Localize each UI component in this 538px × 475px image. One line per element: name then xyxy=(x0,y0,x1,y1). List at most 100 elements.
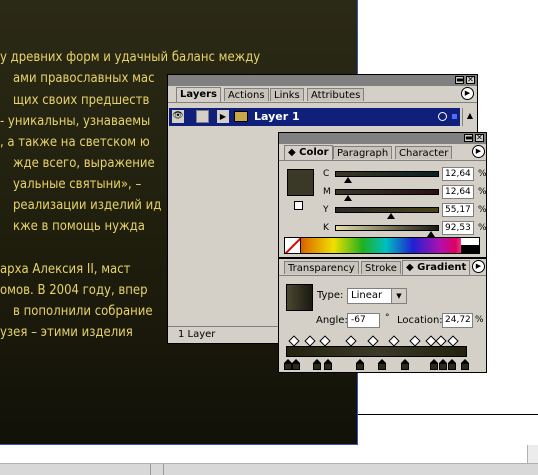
channel-value-input[interactable]: 12,64 xyxy=(442,167,474,181)
scroll-corner xyxy=(527,445,538,463)
layers-vertical-scrollbar[interactable]: ▲ xyxy=(462,108,477,126)
text-line: узея – этими изделия xyxy=(0,325,133,340)
channel-value-input[interactable]: 55,17 xyxy=(442,203,474,217)
text-line: реализации изделий ид xyxy=(13,198,162,213)
gradient-stop[interactable] xyxy=(430,359,438,370)
layer-count: 1 Layer xyxy=(178,329,216,340)
percent-label: % xyxy=(478,187,487,197)
channel-label: K xyxy=(323,223,329,233)
palette-menu-icon[interactable]: ▶ xyxy=(461,87,474,100)
tab-layers[interactable]: Layers xyxy=(176,87,221,102)
scroll-up-icon[interactable]: ▲ xyxy=(464,110,476,122)
tab-color[interactable]: ◆ Color xyxy=(284,145,333,160)
gradient-stop[interactable] xyxy=(448,359,456,370)
palette-menu-icon[interactable]: ▶ xyxy=(472,260,485,273)
color-spectrum-bar[interactable] xyxy=(284,237,480,254)
percent-label: % xyxy=(478,223,487,233)
text-line: щих своих предшеств xyxy=(13,93,150,108)
angle-input[interactable]: -67 xyxy=(347,313,380,328)
tab-attributes[interactable]: Attributes xyxy=(307,88,365,101)
gradient-stop[interactable] xyxy=(313,359,321,370)
percent-label: % xyxy=(478,169,487,179)
color-palette[interactable]: ▬ ✕ ◆ Color Paragraph Character ▶ C 12,6… xyxy=(278,132,487,258)
layers-tabbar: Layers Actions Links Attributes ▶ xyxy=(168,86,477,103)
gradient-palette[interactable]: Transparency Stroke ◆ Gradient ▶ Type: L… xyxy=(278,258,487,373)
channel-slider[interactable] xyxy=(335,225,439,231)
black-white-swatches[interactable] xyxy=(461,238,479,253)
location-label: Location: xyxy=(397,315,443,326)
tab-gradient[interactable]: ◆ Gradient xyxy=(402,260,471,275)
target-circle-icon[interactable] xyxy=(438,112,447,121)
fill-swatch[interactable] xyxy=(287,169,314,196)
location-percent: % xyxy=(475,315,484,325)
expand-triangle-icon[interactable]: ▶ xyxy=(217,110,229,123)
slider-marker[interactable] xyxy=(344,195,352,201)
gradient-midpoint[interactable] xyxy=(288,335,300,347)
slider-marker[interactable] xyxy=(387,213,395,219)
type-select[interactable]: Linear ▼ xyxy=(347,288,407,304)
text-line: уальные святыни», – xyxy=(13,177,142,192)
tab-color-label: Color xyxy=(299,147,329,158)
text-line: кже в помощь нужда xyxy=(13,219,145,234)
palette-titlebar[interactable]: ▬ ✕ xyxy=(168,75,477,86)
percent-label: % xyxy=(478,205,487,215)
palette-titlebar[interactable]: ▬ ✕ xyxy=(279,133,486,144)
tab-gradient-label: Gradient xyxy=(417,262,467,273)
layer-row[interactable]: 👁 ▶ Layer 1 xyxy=(169,108,460,126)
channel-value-input[interactable]: 92,53 xyxy=(442,221,474,235)
tab-stroke[interactable]: Stroke xyxy=(361,261,401,274)
gradient-midpoint[interactable] xyxy=(367,335,379,347)
lock-toggle[interactable] xyxy=(196,110,209,123)
angle-label: Angle: xyxy=(316,315,348,326)
channel-label: M xyxy=(323,187,331,197)
chevron-down-icon[interactable]: ▼ xyxy=(391,289,406,303)
gradient-stop[interactable] xyxy=(439,359,447,370)
text-line: ами православных мас xyxy=(13,71,155,86)
close-button[interactable]: ✕ xyxy=(466,76,475,84)
gradient-ramp[interactable] xyxy=(286,346,467,357)
gradient-midpoint[interactable] xyxy=(345,335,357,347)
palette-menu-icon[interactable]: ▶ xyxy=(472,145,485,158)
text-line: омов. В 2004 году, впер xyxy=(0,283,148,298)
text-line: у древних форм и удачный баланс между xyxy=(0,50,261,65)
tab-actions[interactable]: Actions xyxy=(224,88,269,101)
gradient-stop[interactable] xyxy=(461,359,469,370)
gradient-swatch[interactable] xyxy=(286,284,313,311)
scroll-thumb-edge xyxy=(150,464,151,475)
gradient-stop[interactable] xyxy=(401,359,409,370)
eye-icon[interactable]: 👁 xyxy=(172,110,184,123)
gradient-stop[interactable] xyxy=(284,359,292,370)
degree-symbol: ° xyxy=(385,313,390,323)
slider-marker[interactable] xyxy=(344,177,352,183)
gradient-stop[interactable] xyxy=(324,359,332,370)
tab-links[interactable]: Links xyxy=(270,88,304,101)
channel-label: C xyxy=(323,169,330,179)
text-line: - уникальны, узнаваемы xyxy=(0,114,151,129)
none-color-icon[interactable] xyxy=(285,238,301,253)
gradient-stop[interactable] xyxy=(356,359,364,370)
layer-name: Layer 1 xyxy=(254,110,300,123)
text-line: жде всего, выражение xyxy=(13,156,155,171)
minimize-button[interactable]: ▬ xyxy=(455,76,464,84)
gradient-midpoint[interactable] xyxy=(435,335,447,347)
gradient-midpoint[interactable] xyxy=(319,335,331,347)
type-label: Type: xyxy=(317,290,344,301)
gradient-midpoint[interactable] xyxy=(388,335,400,347)
gradient-tabbar: Transparency Stroke ◆ Gradient ▶ xyxy=(279,259,486,276)
selection-square-icon[interactable] xyxy=(452,114,457,119)
gradient-stop[interactable] xyxy=(378,359,386,370)
tab-paragraph[interactable]: Paragraph xyxy=(333,146,393,159)
lock-icon[interactable] xyxy=(294,201,303,210)
horizontal-scrollbar[interactable] xyxy=(0,463,538,475)
channel-value-input[interactable]: 12,64 xyxy=(442,185,474,199)
close-button[interactable]: ✕ xyxy=(475,134,484,142)
gradient-midpoint[interactable] xyxy=(447,335,459,347)
minimize-button[interactable]: ▬ xyxy=(464,134,473,142)
tab-character[interactable]: Character xyxy=(395,146,453,159)
gradient-midpoint[interactable] xyxy=(304,335,316,347)
tab-transparency[interactable]: Transparency xyxy=(284,261,359,274)
page-edge-line xyxy=(358,414,538,415)
gradient-stop[interactable] xyxy=(292,359,300,370)
location-input[interactable]: 24,72 xyxy=(442,313,473,328)
gradient-midpoint[interactable] xyxy=(409,335,421,347)
